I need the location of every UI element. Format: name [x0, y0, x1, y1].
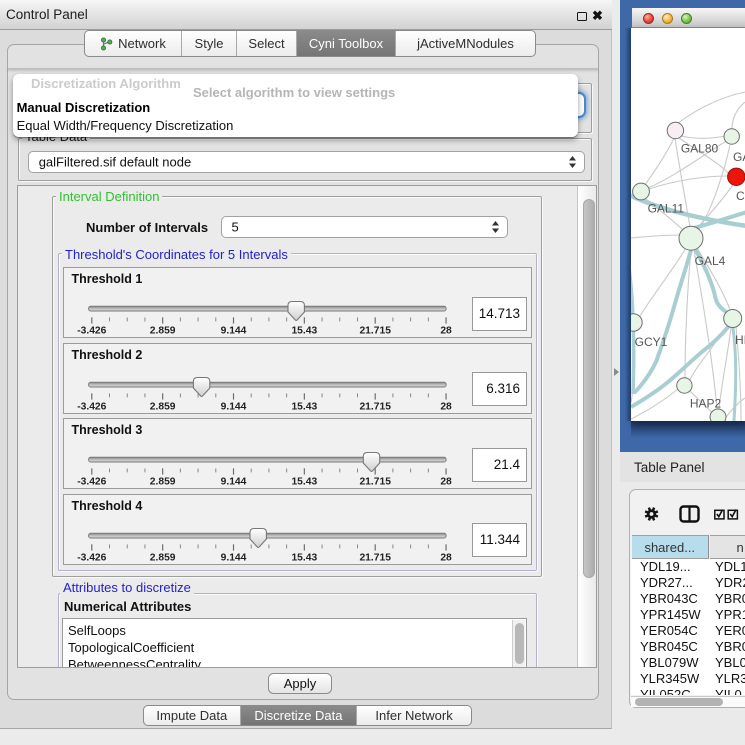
svg-text:21.715: 21.715	[359, 326, 391, 337]
svg-text:HIS4: HIS4	[735, 333, 745, 347]
svg-text:9.144: 9.144	[220, 477, 246, 488]
svg-text:GAL4: GAL4	[695, 254, 726, 268]
svg-text:-3.426: -3.426	[77, 552, 106, 563]
svg-text:HAP2: HAP2	[690, 396, 722, 410]
svg-text:21.715: 21.715	[359, 401, 391, 412]
svg-text:28: 28	[440, 401, 452, 412]
svg-text:15.43: 15.43	[291, 401, 317, 412]
svg-text:2.859: 2.859	[149, 326, 175, 337]
svg-text:15.43: 15.43	[291, 326, 317, 337]
svg-text:28: 28	[440, 552, 452, 563]
svg-text:-3.426: -3.426	[77, 401, 106, 412]
svg-text:-3.426: -3.426	[77, 326, 106, 337]
svg-text:28: 28	[440, 477, 452, 488]
svg-text:GAL11: GAL11	[648, 201, 685, 215]
svg-text:CDC1: CDC1	[736, 189, 745, 203]
svg-text:GCY1: GCY1	[635, 335, 668, 349]
svg-text:9.144: 9.144	[220, 552, 246, 563]
svg-text:28: 28	[440, 326, 452, 337]
svg-text:2.859: 2.859	[149, 401, 175, 412]
svg-text:GAL2: GAL2	[733, 150, 745, 164]
svg-text:2.859: 2.859	[149, 477, 175, 488]
svg-text:21.715: 21.715	[359, 477, 391, 488]
svg-text:15.43: 15.43	[291, 552, 317, 563]
svg-text:-3.426: -3.426	[77, 477, 106, 488]
svg-text:9.144: 9.144	[220, 401, 246, 412]
svg-text:2.859: 2.859	[149, 552, 175, 563]
svg-text:15.43: 15.43	[291, 477, 317, 488]
svg-text:GAL80: GAL80	[681, 141, 719, 155]
svg-text:9.144: 9.144	[220, 326, 246, 337]
svg-text:21.715: 21.715	[359, 552, 391, 563]
